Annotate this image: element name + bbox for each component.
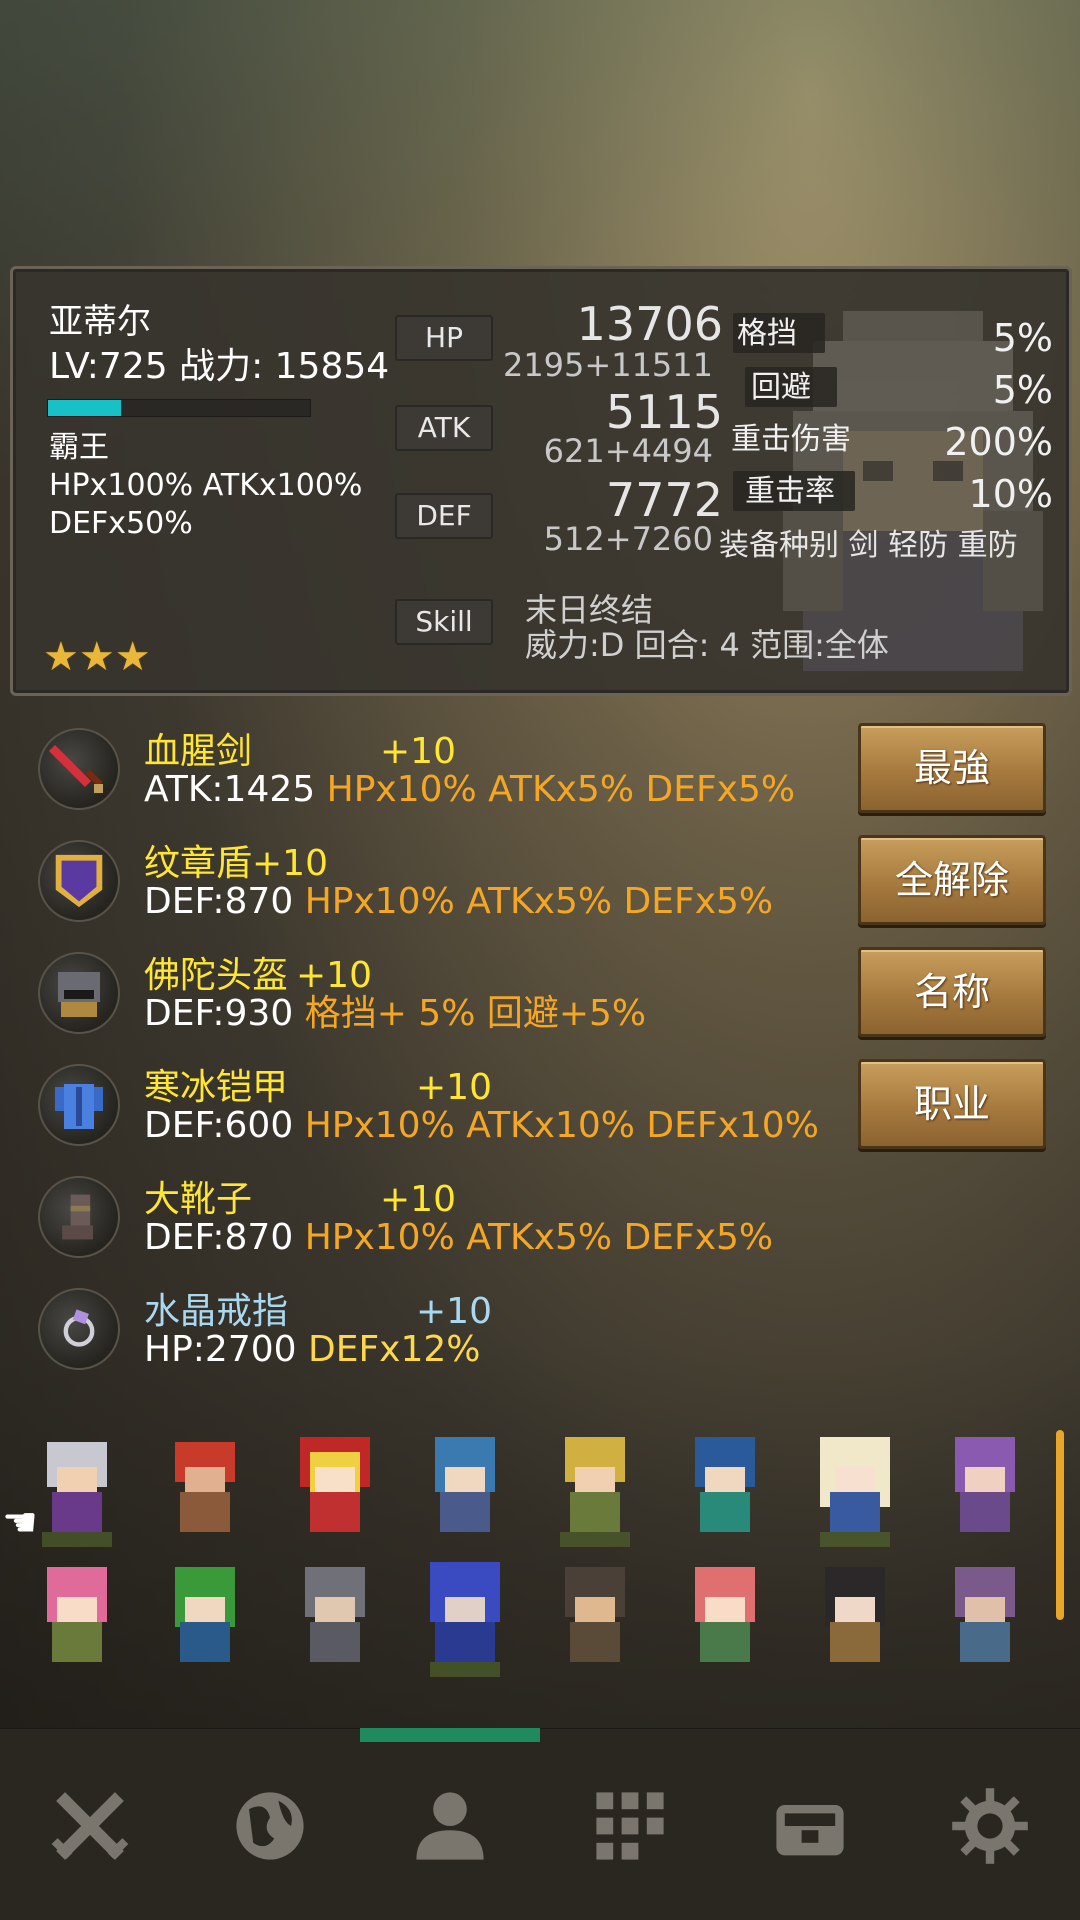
equipment-stats: DEF:930 格挡+ 5% 回避+5%: [144, 996, 646, 1032]
roster-character[interactable]: [410, 1562, 520, 1682]
equipment-level: +10: [380, 731, 456, 772]
equipment-base-stat: DEF:930: [144, 993, 294, 1034]
def-total: 7772: [605, 473, 723, 527]
equipment-base-stat: HP:2700: [144, 1329, 297, 1370]
crit-damage-value: 200%: [944, 420, 1053, 464]
world-icon[interactable]: [220, 1776, 320, 1876]
class-name: 霸王: [49, 430, 109, 465]
rarity-stars: ★★★: [43, 637, 151, 677]
chest-icon[interactable]: [760, 1776, 860, 1876]
equipment-level: +10: [296, 955, 372, 996]
ring-icon[interactable]: [38, 1288, 120, 1370]
equipment-base-stat: DEF:870: [144, 1217, 294, 1258]
bottom-navigation: [0, 1728, 1080, 1920]
strongest-button[interactable]: 最強: [858, 723, 1046, 813]
hp-total: 13706: [576, 297, 723, 351]
roster-character[interactable]: [800, 1432, 910, 1552]
equipment-name: 大靴子: [144, 1179, 253, 1220]
sort-by-class-button[interactable]: 职业: [858, 1059, 1046, 1149]
roster-character[interactable]: [670, 1432, 780, 1552]
roster-character[interactable]: [800, 1562, 910, 1682]
skill-description: 威力:D 回合: 4 范围:全体: [525, 626, 889, 664]
equip-types: 装备种别 剑 轻防 重防: [719, 528, 1018, 563]
atk-total: 5115: [605, 385, 723, 439]
roster-character[interactable]: [280, 1562, 390, 1682]
roster-character[interactable]: [410, 1432, 520, 1552]
sort-by-name-button[interactable]: 名称: [858, 947, 1046, 1037]
equipment-bonus: DEFx12%: [307, 1329, 481, 1370]
equipment-bonus: HPx10% ATKx5% DEFx5%: [304, 881, 774, 922]
equipment-name: 纹章盾: [144, 843, 253, 884]
equipment-bonus: HPx10% ATKx5% DEFx5%: [304, 1217, 774, 1258]
equipment-bonus: 格挡+ 5% 回避+5%: [304, 993, 647, 1034]
active-tab-indicator: [360, 1728, 540, 1742]
equipment-name: 佛陀头盔: [144, 955, 289, 996]
experience-bar-fill: [48, 400, 122, 416]
grid-menu-icon[interactable]: [580, 1776, 680, 1876]
equipment-stats: DEF:870 HPx10% ATKx5% DEFx5%: [144, 1220, 773, 1256]
roster-scrollbar[interactable]: [1056, 1430, 1064, 1620]
pointer-hand-icon: ☚: [2, 1500, 38, 1546]
equipment-name: 血腥剑: [144, 731, 253, 772]
crit-rate-value: 10%: [968, 472, 1053, 516]
rarity-star-icon: ★★★: [43, 634, 151, 680]
evade-value: 5%: [992, 368, 1053, 412]
equipment-stats: HP:2700 DEFx12%: [144, 1332, 480, 1368]
level-power-line: LV:725 战力: 15854: [49, 346, 390, 387]
class-multipliers-1: HPx100% ATKx100%: [49, 468, 363, 503]
equipment-level: +10: [416, 1067, 492, 1108]
equipment-bonus: HPx10% ATKx5% DEFx5%: [326, 769, 796, 810]
character-roster: [0, 1432, 1080, 1712]
equipment-level: +10: [380, 1179, 456, 1220]
equipment-stats: DEF:600 HPx10% ATKx10% DEFx10%: [144, 1108, 819, 1144]
def-breakdown: 512+7260: [543, 520, 713, 558]
roster-character[interactable]: [540, 1562, 650, 1682]
atk-breakdown: 621+4494: [543, 432, 713, 470]
block-value: 5%: [992, 316, 1053, 360]
experience-bar: [47, 399, 311, 417]
sword-icon[interactable]: [38, 728, 120, 810]
equipment-stats: ATK:1425 HPx10% ATKx5% DEFx5%: [144, 772, 795, 808]
crit-rate-label: 重击率: [745, 474, 835, 509]
armor-icon[interactable]: [38, 1064, 120, 1146]
roster-character[interactable]: [540, 1432, 650, 1552]
evade-label: 回避: [751, 370, 811, 405]
roster-character[interactable]: [280, 1432, 390, 1552]
equipment-level: +10: [252, 843, 328, 884]
roster-character[interactable]: [22, 1562, 132, 1682]
equipment-base-stat: DEF:600: [144, 1105, 294, 1146]
equipment-base-stat: DEF:870: [144, 881, 294, 922]
skill-name: 末日终结: [525, 591, 654, 629]
character-status-panel: 亚蒂尔 LV:725 战力: 15854 霸王 HPx100% ATKx100%…: [10, 266, 1072, 696]
equipment-level: +10: [416, 1291, 492, 1332]
roster-character[interactable]: [150, 1562, 260, 1682]
battle-icon[interactable]: [40, 1776, 140, 1876]
roster-character[interactable]: [930, 1432, 1040, 1552]
crit-damage-label: 重击伤害: [731, 422, 851, 457]
equipment-stats: DEF:870 HPx10% ATKx5% DEFx5%: [144, 884, 773, 920]
helmet-icon[interactable]: [38, 952, 120, 1034]
boots-icon[interactable]: [38, 1176, 120, 1258]
hp-breakdown: 2195+11511: [502, 346, 713, 384]
roster-character[interactable]: [930, 1562, 1040, 1682]
class-multipliers-2: DEFx50%: [49, 506, 193, 541]
roster-character[interactable]: [670, 1562, 780, 1682]
character-name: 亚蒂尔: [49, 302, 151, 342]
skill-label: Skill: [395, 599, 493, 645]
unequip-all-button[interactable]: 全解除: [858, 835, 1046, 925]
block-label: 格挡: [737, 316, 797, 351]
roster-character[interactable]: [22, 1432, 132, 1552]
equipment-name: 寒冰铠甲: [144, 1067, 289, 1108]
equipment-bonus: HPx10% ATKx10% DEFx10%: [304, 1105, 819, 1146]
equipment-base-stat: ATK:1425: [144, 769, 316, 810]
character-icon[interactable]: [400, 1776, 500, 1876]
settings-icon[interactable]: [940, 1776, 1040, 1876]
roster-character[interactable]: [150, 1432, 260, 1552]
equipment-name: 水晶戒指: [144, 1291, 289, 1332]
shield-icon[interactable]: [38, 840, 120, 922]
